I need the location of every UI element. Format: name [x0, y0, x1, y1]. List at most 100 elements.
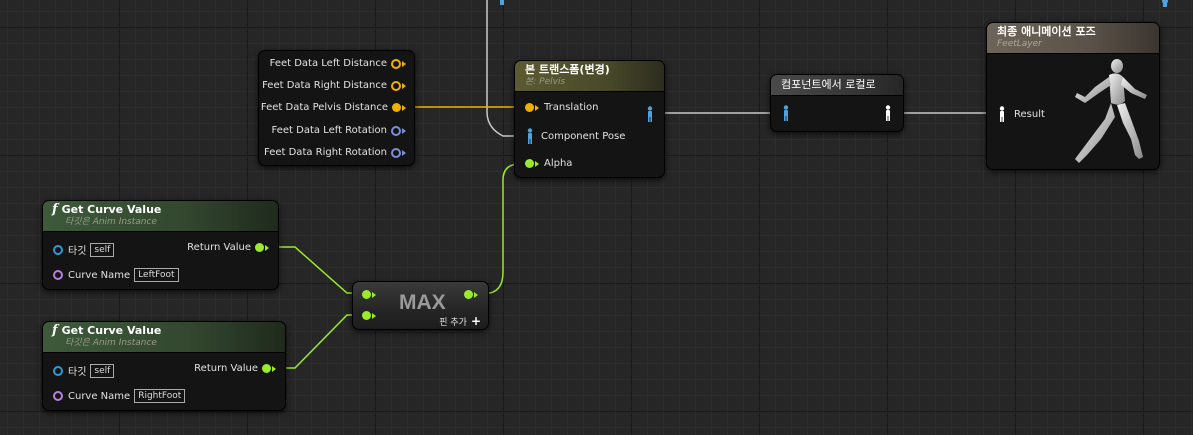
- object-pin-icon[interactable]: [53, 244, 63, 255]
- pose-input-pin-icon[interactable]: [782, 105, 790, 121]
- get-curve-value-node-right[interactable]: f Get Curve Value 타깃은 Anim Instance 타깃 se…: [42, 321, 286, 411]
- target-value-field[interactable]: self: [90, 363, 115, 378]
- name-pin-icon[interactable]: [53, 270, 63, 280]
- node-title-text: Get Curve Value: [61, 324, 162, 337]
- add-pin-button[interactable]: 핀 추가 +: [439, 314, 481, 328]
- node-title: f Get Curve Value: [52, 203, 270, 217]
- struct-pin-icon[interactable]: [391, 58, 401, 69]
- pin-feet-left-distance[interactable]: Feet Data Left Distance: [270, 58, 406, 69]
- pin-label: Feet Data Left Distance: [269, 58, 387, 69]
- pose-output-pin-icon[interactable]: [646, 106, 654, 122]
- pin-result[interactable]: Result: [998, 106, 1045, 122]
- node-title: 본 트랜스폼(변경): [525, 63, 610, 76]
- add-icon: +: [470, 314, 481, 328]
- name-pin-icon[interactable]: [53, 391, 63, 401]
- float-pin-icon[interactable]: [262, 364, 271, 373]
- pin-feet-left-rotation[interactable]: Feet Data Left Rotation: [272, 125, 406, 136]
- pin-arrow-icon: [272, 365, 276, 372]
- feet-data-node[interactable]: Feet Data Left Distance Feet Data Right …: [258, 50, 415, 166]
- pin-curve-name[interactable]: Curve Name LeftFoot: [53, 268, 179, 282]
- add-pin-label: 핀 추가: [439, 317, 467, 328]
- pin-feet-pelvis-distance[interactable]: Feet Data Pelvis Distance: [261, 102, 406, 113]
- pin-label: Feet Data Right Rotation: [264, 147, 387, 158]
- pin-label: 타깃: [68, 367, 87, 378]
- pose-input-pin-icon[interactable]: [998, 106, 1006, 122]
- pin-arrow-icon: [265, 244, 269, 251]
- node-title-text: Get Curve Value: [61, 203, 162, 216]
- pin-arrow-icon: [402, 149, 406, 156]
- pin-alpha[interactable]: Alpha: [525, 158, 572, 169]
- float-pin-icon[interactable]: [362, 290, 371, 299]
- pin-label: Component Pose: [541, 130, 626, 142]
- object-pin-icon[interactable]: [53, 365, 63, 376]
- max-node[interactable]: MAX 핀 추가 +: [352, 281, 489, 330]
- final-pose-node[interactable]: 최종 애니메이션 포즈 FeetLayer Result: [986, 22, 1160, 170]
- pin-label: Curve Name: [68, 269, 131, 281]
- pin-label: 타깃: [68, 246, 87, 257]
- float-pin-icon[interactable]: [255, 243, 264, 252]
- pin-arrow-icon: [402, 82, 406, 89]
- float-wire-max-alpha: [474, 163, 528, 294]
- component-to-local-node[interactable]: 컴포넌트에서 로컬로: [770, 74, 904, 132]
- pin-translation[interactable]: Translation: [525, 102, 599, 113]
- curve-name-field[interactable]: RightFoot: [134, 389, 186, 403]
- target-value-field[interactable]: self: [90, 242, 115, 257]
- pin-max-input-b[interactable]: [362, 311, 376, 320]
- node-subtitle: FeetLayer: [997, 39, 1042, 49]
- pin-label: Feet Data Pelvis Distance: [260, 102, 388, 113]
- pin-label: Feet Data Right Distance: [262, 80, 387, 91]
- pin-label: Return Value: [187, 242, 251, 253]
- pin-arrow-icon: [402, 127, 406, 134]
- node-header: 본 트랜스폼(변경) 본: Pelvis: [515, 61, 664, 92]
- bone-transform-node[interactable]: 본 트랜스폼(변경) 본: Pelvis Translation Compone…: [514, 60, 665, 178]
- pin-feet-right-rotation[interactable]: Feet Data Right Rotation: [264, 147, 406, 158]
- pin-feet-right-distance[interactable]: Feet Data Right Distance: [262, 80, 406, 91]
- node-header: f Get Curve Value 타깃은 Anim Instance: [43, 201, 278, 232]
- node-header: f Get Curve Value 타깃은 Anim Instance: [43, 322, 285, 353]
- node-subtitle: 타깃은 Anim Instance: [65, 217, 157, 227]
- pin-arrow-icon: [535, 104, 539, 111]
- pin-label: Feet Data Left Rotation: [271, 125, 387, 136]
- pin-arrow-icon: [402, 104, 406, 111]
- pin-label: Return Value: [194, 363, 258, 374]
- pin-curve-name[interactable]: Curve Name RightFoot: [53, 389, 186, 403]
- vector-pin-icon[interactable]: [525, 103, 534, 112]
- float-pin-icon[interactable]: [464, 290, 473, 299]
- pin-return-value[interactable]: Return Value: [187, 242, 269, 253]
- float-wire-curve1-max: [265, 246, 365, 294]
- float-pin-icon[interactable]: [362, 311, 371, 320]
- offscreen-pose-pin-top: [500, 0, 504, 5]
- pin-arrow-icon: [474, 291, 478, 298]
- rotator-pin-icon[interactable]: [391, 125, 401, 136]
- pin-label: Translation: [544, 102, 599, 113]
- node-header: 최종 애니메이션 포즈 FeetLayer: [987, 23, 1159, 54]
- pin-arrow-icon: [535, 160, 539, 167]
- pin-label: Curve Name: [68, 390, 131, 402]
- node-header: 컴포넌트에서 로컬로: [771, 75, 903, 96]
- pose-output-pin-icon[interactable]: [884, 105, 892, 121]
- pin-max-input-a[interactable]: [362, 290, 376, 299]
- pin-target[interactable]: 타깃 self: [53, 242, 115, 257]
- pin-arrow-icon: [402, 60, 406, 67]
- float-pin-icon[interactable]: [525, 159, 534, 168]
- node-title: 컴포넌트에서 로컬로: [781, 78, 876, 91]
- node-title: MAX: [399, 291, 446, 314]
- pose-pin-icon[interactable]: [526, 128, 534, 144]
- pin-return-value[interactable]: Return Value: [194, 363, 276, 374]
- node-subtitle: 본: Pelvis: [525, 77, 566, 87]
- node-title: 최종 애니메이션 포즈: [997, 25, 1096, 38]
- curve-name-field[interactable]: LeftFoot: [134, 268, 179, 282]
- node-subtitle: 타깃은 Anim Instance: [65, 338, 157, 348]
- pin-target[interactable]: 타깃 self: [53, 363, 115, 378]
- mannequin-icon: [1075, 59, 1147, 163]
- rotator-pin-icon[interactable]: [391, 147, 401, 158]
- pin-component-pose[interactable]: Component Pose: [526, 128, 625, 144]
- pin-max-output[interactable]: [464, 290, 478, 299]
- pin-label: Alpha: [544, 158, 573, 169]
- pin-label: Result: [1014, 108, 1045, 120]
- struct-pin-icon[interactable]: [391, 80, 401, 91]
- pin-arrow-icon: [372, 291, 376, 298]
- get-curve-value-node-left[interactable]: f Get Curve Value 타깃은 Anim Instance 타깃 se…: [42, 200, 279, 290]
- struct-pin-icon[interactable]: [392, 103, 401, 112]
- node-title: f Get Curve Value: [52, 324, 277, 338]
